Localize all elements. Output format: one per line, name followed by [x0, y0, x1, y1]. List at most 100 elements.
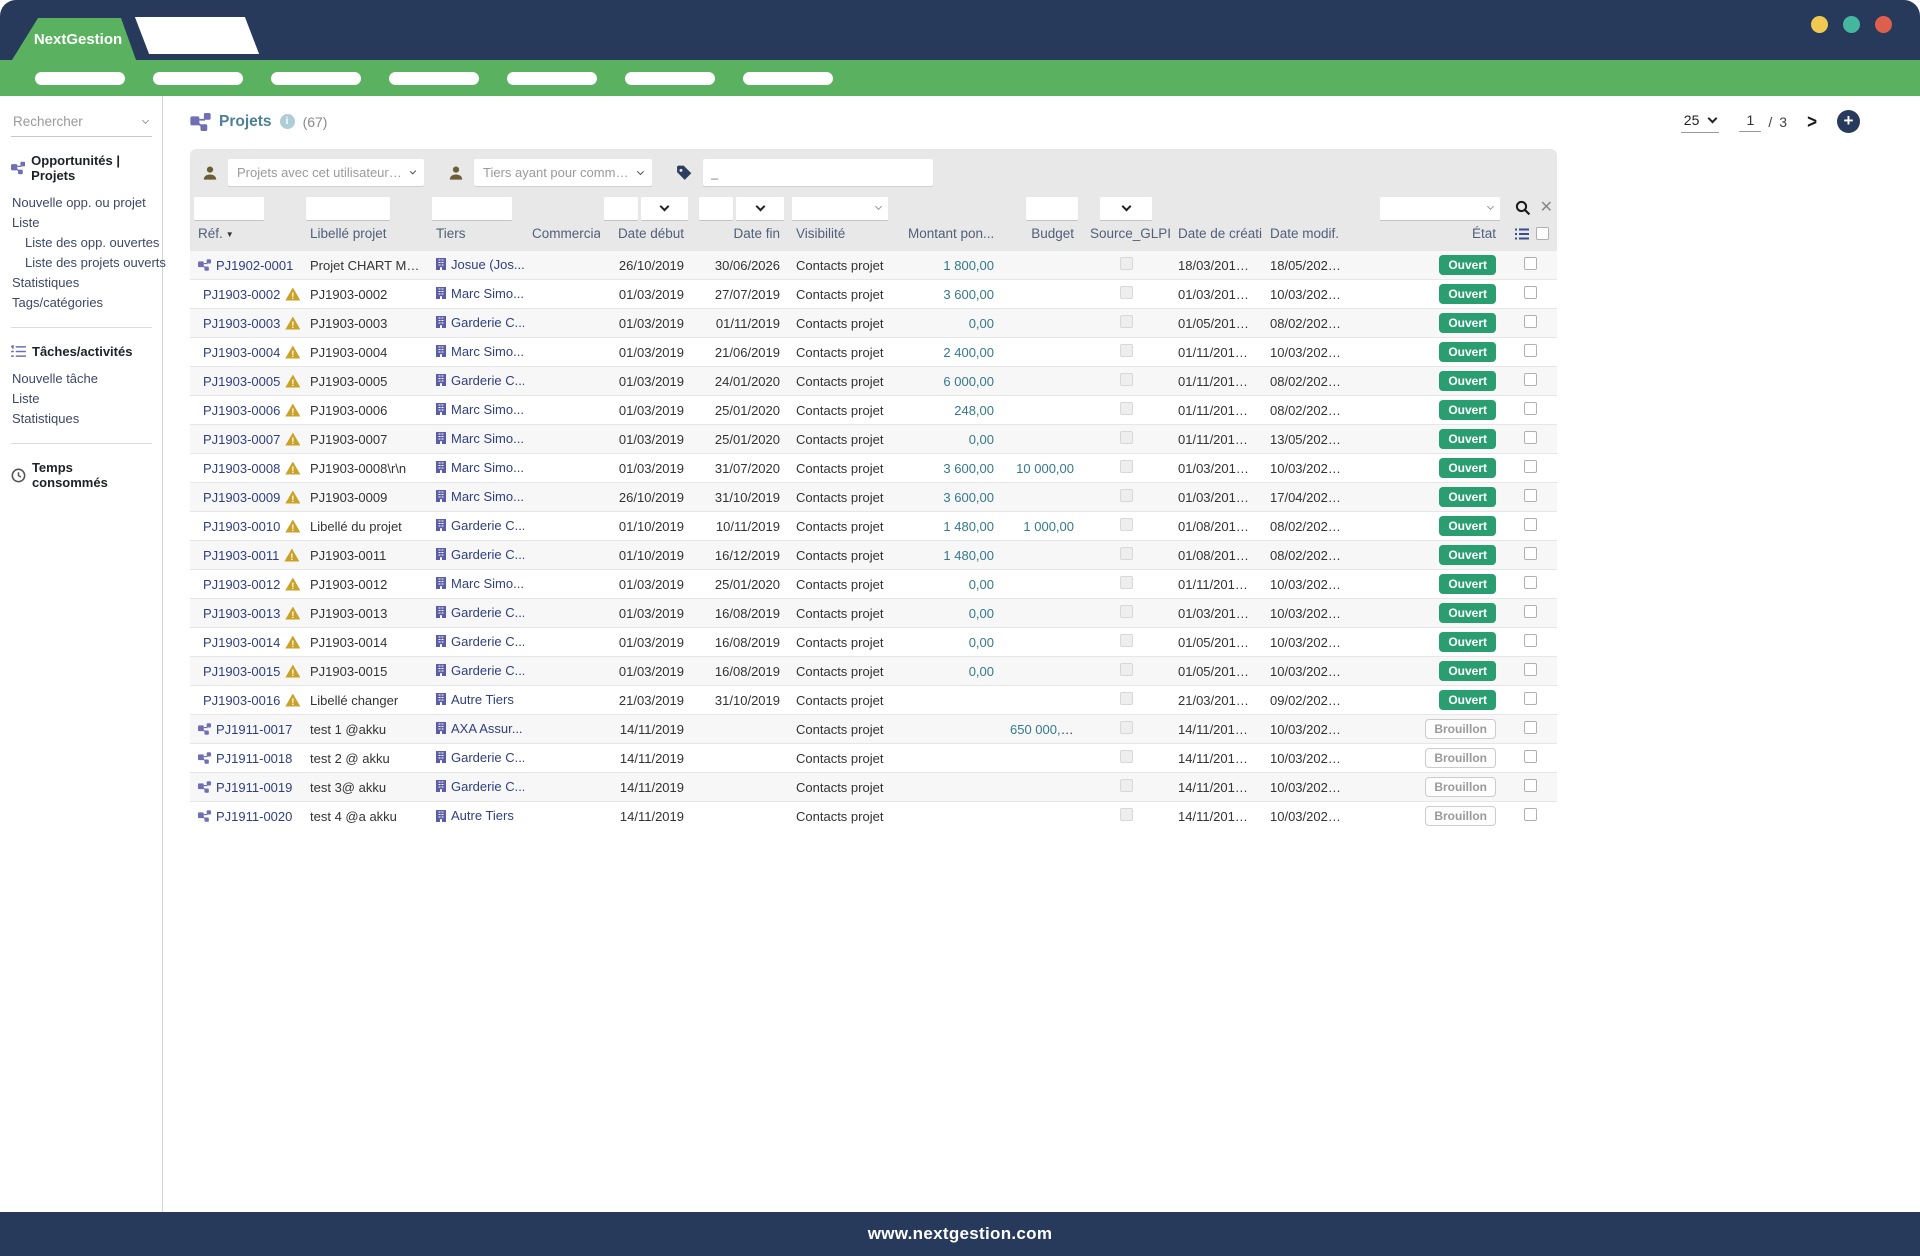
next-page-button[interactable]: > — [1807, 110, 1817, 133]
filter-date-end-input[interactable] — [699, 197, 733, 220]
filter-date-start-input[interactable] — [604, 197, 638, 220]
row-select-checkbox[interactable] — [1524, 692, 1537, 705]
table-row[interactable]: PJ1903-0005 PJ1903-0005 — [190, 367, 1557, 396]
sidebar-search-select[interactable]: Rechercher — [11, 112, 152, 137]
table-row[interactable]: PJ1902-0001 Projet CHART Module — [190, 251, 1557, 280]
row-select-checkbox[interactable] — [1524, 605, 1537, 618]
table-row[interactable]: PJ1903-0004 PJ1903-0004 — [190, 338, 1557, 367]
filter-visibility-select[interactable] — [792, 197, 888, 220]
project-ref-link[interactable]: PJ1902-0001 — [216, 258, 293, 273]
filter-tiers-input[interactable] — [432, 197, 512, 220]
project-ref-link[interactable]: PJ1903-0011 — [203, 548, 279, 563]
row-select-checkbox[interactable] — [1524, 518, 1537, 531]
row-select-checkbox[interactable] — [1524, 721, 1537, 734]
col-header-source-glpi[interactable]: Source_GLPI — [1082, 224, 1170, 251]
project-ref-link[interactable]: PJ1903-0003 — [203, 316, 280, 331]
row-select-checkbox[interactable] — [1524, 431, 1537, 444]
col-header-date-start[interactable]: Date début — [600, 224, 692, 251]
secondary-tab[interactable] — [135, 17, 259, 54]
sidebar-section-projects[interactable]: Opportunités | Projets — [11, 153, 152, 183]
sidebar-item[interactable]: Statistiques — [11, 409, 152, 429]
row-select-checkbox[interactable] — [1524, 373, 1537, 386]
tiers-link[interactable]: Marc Simo... — [436, 344, 524, 359]
row-select-checkbox[interactable] — [1524, 257, 1537, 270]
table-row[interactable]: PJ1903-0016 Libellé changer — [190, 686, 1557, 715]
row-select-checkbox[interactable] — [1524, 286, 1537, 299]
table-row[interactable]: PJ1903-0014 PJ1903-0014 — [190, 628, 1557, 657]
row-select-checkbox[interactable] — [1524, 750, 1537, 763]
tiers-link[interactable]: Marc Simo... — [436, 460, 524, 475]
info-icon[interactable]: i — [280, 114, 295, 129]
sidebar-item[interactable]: Nouvelle opp. ou projet — [11, 193, 152, 213]
row-select-checkbox[interactable] — [1524, 779, 1537, 792]
col-header-budget[interactable]: Budget — [1002, 224, 1082, 251]
project-ref-link[interactable]: PJ1903-0008 — [203, 461, 280, 476]
window-control-dot[interactable] — [1843, 16, 1860, 33]
project-ref-link[interactable]: PJ1903-0002 — [203, 287, 280, 302]
row-select-checkbox[interactable] — [1524, 489, 1537, 502]
project-ref-link[interactable]: PJ1903-0013 — [203, 606, 280, 621]
table-row[interactable]: PJ1903-0010 Libellé du projet — [190, 512, 1557, 541]
filter-label-input[interactable] — [306, 197, 390, 220]
menubar-item-pill[interactable] — [153, 72, 243, 85]
menubar-item-pill[interactable] — [389, 72, 479, 85]
table-row[interactable]: PJ1911-0017 test 1 @akku — [190, 715, 1557, 744]
sidebar-item[interactable]: Liste des opp. ouvertes — [11, 233, 152, 253]
filter-ref-input[interactable] — [194, 197, 264, 220]
sidebar-section-time[interactable]: Temps consommés — [11, 460, 152, 490]
row-select-checkbox[interactable] — [1524, 315, 1537, 328]
tiers-link[interactable]: Garderie C... — [436, 750, 524, 765]
project-ref-link[interactable]: PJ1903-0005 — [203, 374, 280, 389]
col-header-modified[interactable]: Date modif. — [1262, 224, 1354, 251]
menubar-item-pill[interactable] — [507, 72, 597, 85]
table-row[interactable]: PJ1903-0009 PJ1903-0009 — [190, 483, 1557, 512]
window-control-dot[interactable] — [1811, 16, 1828, 33]
tiers-link[interactable]: Autre Tiers — [436, 692, 514, 707]
project-ref-link[interactable]: PJ1903-0007 — [203, 432, 280, 447]
sidebar-item[interactable]: Liste — [11, 389, 152, 409]
col-header-commercial[interactable]: Commerciau... — [524, 224, 600, 251]
tiers-link[interactable]: Marc Simo... — [436, 431, 524, 446]
table-row[interactable]: PJ1903-0003 PJ1903-0003 — [190, 309, 1557, 338]
tiers-link[interactable]: Garderie C... — [436, 605, 524, 620]
table-row[interactable]: PJ1903-0012 PJ1903-0012 — [190, 570, 1557, 599]
row-select-checkbox[interactable] — [1524, 402, 1537, 415]
menubar-item-pill[interactable] — [625, 72, 715, 85]
col-header-tiers[interactable]: Tiers — [428, 224, 524, 251]
tiers-link[interactable]: Garderie C... — [436, 315, 524, 330]
row-select-checkbox[interactable] — [1524, 808, 1537, 821]
col-header-date-end[interactable]: Date fin — [692, 224, 788, 251]
search-icon[interactable] — [1515, 200, 1531, 216]
menubar-item-pill[interactable] — [271, 72, 361, 85]
project-ref-link[interactable]: PJ1903-0014 — [203, 635, 280, 650]
select-all-checkbox[interactable] — [1536, 227, 1549, 240]
table-row[interactable]: PJ1911-0019 test 3@ akku — [190, 773, 1557, 802]
sidebar-item[interactable]: Statistiques — [11, 273, 152, 293]
filter-date-end-select[interactable] — [736, 197, 784, 220]
window-control-dot[interactable] — [1875, 16, 1892, 33]
tiers-link[interactable]: Garderie C... — [436, 634, 524, 649]
row-select-checkbox[interactable] — [1524, 547, 1537, 560]
clear-filters-icon[interactable]: ✕ — [1540, 200, 1553, 216]
brand-tab[interactable]: NextGestion — [12, 18, 136, 60]
table-row[interactable]: PJ1903-0002 PJ1903-0002 — [190, 280, 1557, 309]
tiers-link[interactable]: Autre Tiers — [436, 808, 514, 823]
row-select-checkbox[interactable] — [1524, 634, 1537, 647]
tiers-link[interactable]: Garderie C... — [436, 518, 524, 533]
column-selector-icon[interactable] — [1515, 228, 1529, 240]
project-ref-link[interactable]: PJ1903-0009 — [203, 490, 280, 505]
sidebar-item[interactable]: Liste — [11, 213, 152, 233]
col-header-ref[interactable]: Réf.▼ — [190, 224, 302, 251]
tiers-link[interactable]: AXA Assur... — [436, 721, 523, 736]
sidebar-section-tasks[interactable]: Tâches/activités — [11, 344, 152, 359]
tiers-link[interactable]: Marc Simo... — [436, 402, 524, 417]
row-select-checkbox[interactable] — [1524, 344, 1537, 357]
filter-budget-input[interactable] — [1026, 197, 1078, 220]
project-ref-link[interactable]: PJ1911-0017 — [216, 722, 292, 737]
table-row[interactable]: PJ1903-0011 PJ1903-0011 — [190, 541, 1557, 570]
col-header-label[interactable]: Libellé projet — [302, 224, 428, 251]
tiers-link[interactable]: Garderie C... — [436, 547, 524, 562]
table-row[interactable]: PJ1903-0013 PJ1903-0013 — [190, 599, 1557, 628]
tiers-link[interactable]: Garderie C... — [436, 373, 524, 388]
filter-source-glpi-select[interactable] — [1100, 197, 1152, 220]
